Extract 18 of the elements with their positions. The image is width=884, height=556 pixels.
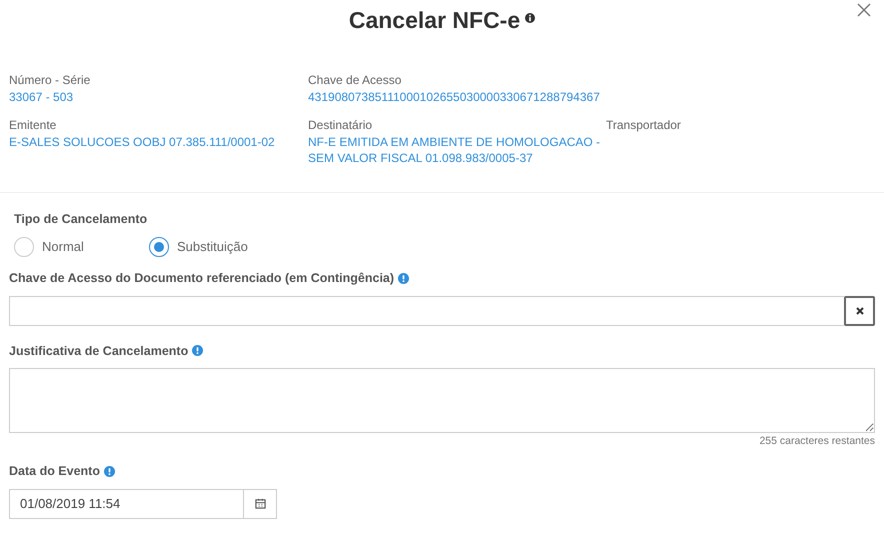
info-label: Destinatário xyxy=(308,117,374,133)
info-value: NF-E EMITIDA EM AMBIENTE DE HOMOLOGACAO - SEM VALOR FISCAL 01.098.983/0005-37 xyxy=(308,134,602,166)
info-label: Emitente xyxy=(9,117,58,133)
info-value: 43190807385111000102655030000330671288794367 xyxy=(308,89,601,105)
date-field[interactable]: 01/08/2019 11:54 xyxy=(9,488,243,519)
info-value: 33067 - 503 xyxy=(9,89,74,105)
field-label: Data do Evento xyxy=(9,463,100,480)
field-label: Tipo de Cancelamento xyxy=(14,211,148,228)
field-label: Chave de Acesso do Documento referenciado (em Contingência) xyxy=(9,270,394,287)
field-label: Justificativa de Cancelamento xyxy=(9,342,188,360)
radio-label: Normal xyxy=(42,238,84,256)
info-label: Número - Série xyxy=(9,72,92,88)
info-label: Chave de Acesso xyxy=(308,72,402,88)
radio-label: Substituição xyxy=(177,238,248,256)
character-counter: 255 caracteres restantes xyxy=(759,434,875,450)
info-label: Transportador xyxy=(606,117,682,133)
dialog-title: Cancelar NFC-e xyxy=(348,6,520,36)
info-value: E-SALES SOLUCOES OOBJ 07.385.111/0001-02 xyxy=(9,134,276,150)
